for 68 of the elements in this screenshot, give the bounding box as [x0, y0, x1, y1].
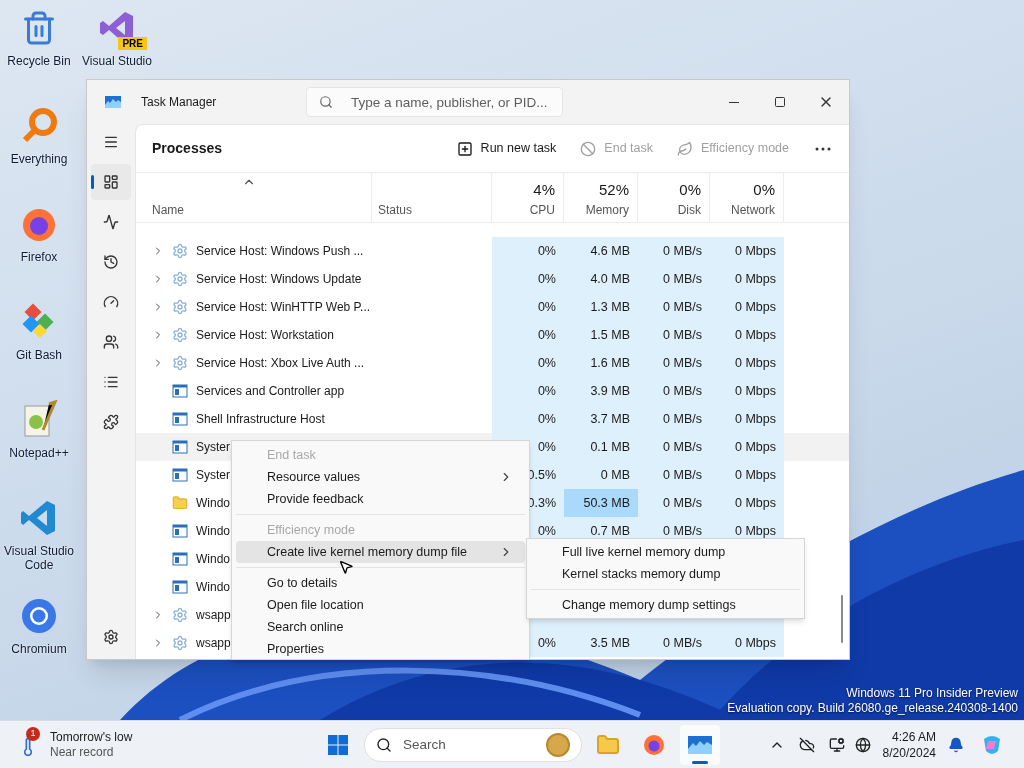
disk-value: 0 MB/s	[663, 438, 702, 456]
process-name: Windo	[196, 551, 230, 568]
network-value: 0 Mbps	[735, 410, 776, 428]
process-name: Service Host: WinHTTP Web P...	[196, 299, 371, 316]
process-name: Shell Infrastructure Host	[196, 411, 325, 428]
memory-cell: 1.3 MB	[564, 293, 638, 321]
disk-value: 0 MB/s	[663, 494, 702, 512]
cpu-value: 0%	[537, 326, 556, 344]
disk-value: 0 MB/s	[663, 466, 702, 484]
memory-cell: 0 MB	[564, 461, 638, 489]
alert-badge: 1	[26, 726, 40, 741]
cpu-value: 0%	[537, 354, 556, 372]
disk-value: 0 MB/s	[663, 270, 702, 288]
process-name: Windo	[196, 523, 230, 540]
disk-value: 0 MB/s	[663, 522, 702, 540]
window-title: Task Manager	[141, 94, 218, 111]
network-value: 0 Mbps	[735, 466, 776, 484]
network-value: 0 Mbps	[735, 494, 776, 512]
disk-value: 0 MB/s	[663, 298, 702, 316]
weather-title: Tomorrow's low	[50, 729, 133, 745]
cpu-value: 0%	[537, 438, 556, 456]
process-name: Windo	[196, 495, 230, 512]
process-name: Service Host: Windows Push ...	[196, 243, 364, 260]
process-name: wsapp	[196, 607, 231, 624]
network-value: 0 Mbps	[735, 270, 776, 288]
network-value: 0 Mbps	[735, 242, 776, 260]
memory-cell: 4.6 MB	[564, 237, 638, 265]
network-value: 0 Mbps	[735, 326, 776, 344]
cpu-value: 0%	[537, 522, 556, 540]
cpu-value: 0%	[537, 270, 556, 288]
process-name: Windo	[196, 579, 230, 596]
process-name: Service Host: Xbox Live Auth ...	[196, 355, 365, 372]
process-name: Service Host: Workstation	[196, 327, 334, 344]
disk-value: 0 MB/s	[663, 634, 702, 652]
network-value: 0 Mbps	[735, 522, 776, 540]
cpu-value: 0%	[537, 634, 556, 652]
pre-badge: PRE	[118, 37, 147, 50]
memory-cell: 4.0 MB	[564, 265, 638, 293]
watermark-text: Evaluation copy. Build 26080.ge_release.240308-1400	[727, 701, 1018, 716]
page-title: Processes	[152, 139, 224, 158]
process-name: Syster	[196, 439, 230, 456]
network-value: 0 Mbps	[735, 298, 776, 316]
disk-value: 0 MB/s	[663, 242, 702, 260]
disk-value: 0 MB/s	[663, 382, 702, 400]
cpu-value: 0%	[537, 242, 556, 260]
network-value: 0 Mbps	[735, 634, 776, 652]
memory-cell: 0.1 MB	[564, 433, 638, 461]
network-value: 0 Mbps	[735, 354, 776, 372]
network-value: 0 Mbps	[735, 382, 776, 400]
memory-cell: 50.3 MB	[564, 489, 638, 517]
memory-cell: 1.6 MB	[564, 349, 638, 377]
memory-cell: 3.5 MB	[564, 629, 638, 657]
network-value: 0 Mbps	[735, 438, 776, 456]
memory-cell: 3.7 MB	[564, 405, 638, 433]
weather-subtitle: Near record	[50, 744, 115, 760]
process-name: Syster	[196, 467, 230, 484]
process-name: Service Host: Windows Update	[196, 271, 362, 288]
process-name: wsapp	[196, 635, 231, 652]
cpu-value: 0%	[537, 410, 556, 428]
disk-value: 0 MB/s	[663, 326, 702, 344]
process-name: Services and Controller app	[196, 383, 345, 400]
cpu-value: 0%	[537, 382, 556, 400]
memory-cell: 3.9 MB	[564, 377, 638, 405]
disk-value: 0 MB/s	[663, 354, 702, 372]
watermark-text: Windows 11 Pro Insider Preview	[846, 686, 1018, 701]
disk-value: 0 MB/s	[663, 410, 702, 428]
cpu-value: 0%	[537, 298, 556, 316]
memory-cell: 1.5 MB	[564, 321, 638, 349]
